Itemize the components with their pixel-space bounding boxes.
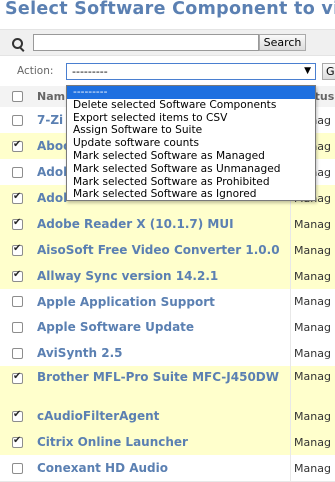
software-name-link[interactable]: Apple Software Update bbox=[37, 319, 287, 335]
dropdown-option[interactable]: Mark selected Software as Managed bbox=[67, 150, 315, 163]
software-name-link[interactable]: Apple Application Support bbox=[37, 294, 287, 310]
column-header-name[interactable]: Nam bbox=[37, 90, 65, 103]
dropdown-option[interactable]: Delete selected Software Components bbox=[67, 99, 315, 112]
software-name-link[interactable]: AviSynth 2.5 bbox=[37, 345, 287, 361]
table-row[interactable]: AviSynth 2.5 Manag bbox=[0, 340, 335, 367]
dropdown-option[interactable]: Mark selected Software as Unmanaged bbox=[67, 163, 315, 176]
row-checkbox[interactable] bbox=[12, 463, 23, 474]
column-divider bbox=[290, 340, 291, 366]
dropdown-option[interactable]: Update software counts bbox=[67, 137, 315, 150]
search-button[interactable]: Search bbox=[259, 34, 306, 51]
row-checkbox[interactable] bbox=[12, 348, 23, 359]
dropdown-arrow-icon: ▼ bbox=[304, 66, 311, 76]
dropdown-option[interactable]: Export selected items to CSV bbox=[67, 112, 315, 125]
row-checkbox[interactable] bbox=[12, 409, 23, 422]
status-cell: Manag bbox=[294, 436, 331, 449]
table-row[interactable]: Apple Software Update Manag bbox=[0, 314, 335, 341]
row-checkbox[interactable] bbox=[12, 296, 23, 307]
table-row[interactable]: Brother MFL-Pro Suite MFC-J450DW Manag bbox=[0, 366, 335, 404]
status-cell: Manag bbox=[294, 321, 331, 334]
software-name-link[interactable]: Conexant HD Audio bbox=[37, 460, 287, 476]
row-checkbox[interactable] bbox=[12, 435, 23, 448]
software-name-link[interactable]: Adobe Reader X (10.1.7) MUI bbox=[37, 216, 287, 232]
table-row[interactable]: Conexant HD Audio Manag bbox=[0, 455, 335, 482]
go-button[interactable]: G bbox=[322, 63, 335, 80]
dropdown-option[interactable]: --------- bbox=[67, 86, 315, 99]
row-checkbox[interactable] bbox=[12, 139, 23, 152]
row-checkbox[interactable] bbox=[12, 322, 23, 333]
status-cell: Manag bbox=[294, 270, 331, 283]
status-cell: Manag bbox=[294, 347, 331, 360]
software-name-link[interactable]: cAudioFilterAgent bbox=[37, 408, 287, 424]
column-divider bbox=[290, 237, 291, 263]
status-cell: Manag bbox=[294, 370, 331, 383]
table-row[interactable]: Adobe Reader X (10.1.7) MUI Manag bbox=[0, 211, 335, 238]
column-divider bbox=[290, 403, 291, 429]
table-row[interactable]: Citrix Online Launcher Manag bbox=[0, 429, 335, 456]
status-cell: Manag bbox=[294, 462, 331, 475]
column-divider bbox=[290, 455, 291, 481]
column-divider bbox=[290, 429, 291, 455]
dropdown-option[interactable]: Mark selected Software as Prohibited bbox=[67, 176, 315, 189]
column-divider bbox=[290, 211, 291, 237]
column-divider bbox=[290, 263, 291, 289]
page-title: Select Software Component to vi bbox=[5, 0, 335, 19]
table-row[interactable]: cAudioFilterAgent Manag bbox=[0, 403, 335, 430]
status-cell: Manag bbox=[294, 410, 331, 423]
dropdown-option[interactable]: Mark selected Software as Ignored bbox=[67, 188, 315, 201]
row-checkbox[interactable] bbox=[12, 115, 23, 126]
column-divider bbox=[290, 289, 291, 314]
action-label: Action: bbox=[17, 65, 54, 77]
search-input[interactable] bbox=[33, 34, 259, 51]
action-dropdown-menu: --------- Delete selected Software Compon… bbox=[66, 85, 316, 201]
row-checkbox[interactable] bbox=[12, 217, 23, 230]
search-bar: Search bbox=[0, 29, 335, 56]
table-row[interactable]: Apple Application Support Manag bbox=[0, 289, 335, 315]
row-checkbox[interactable] bbox=[12, 167, 23, 178]
software-name-link[interactable]: Brother MFL-Pro Suite MFC-J450DW bbox=[37, 369, 287, 385]
action-bar: Action: --------- ▼ G bbox=[0, 57, 335, 87]
row-checkbox[interactable] bbox=[12, 371, 23, 384]
status-cell: Manag bbox=[294, 218, 331, 231]
action-select[interactable]: --------- ▼ bbox=[66, 63, 316, 80]
row-checkbox[interactable] bbox=[12, 243, 23, 256]
row-checkbox[interactable] bbox=[12, 269, 23, 282]
dropdown-option[interactable]: Assign Software to Suite bbox=[67, 124, 315, 137]
column-divider bbox=[290, 314, 291, 340]
search-icon bbox=[12, 38, 23, 49]
status-cell: Manag bbox=[294, 244, 331, 257]
select-all-checkbox[interactable] bbox=[12, 91, 23, 102]
software-name-link[interactable]: Allway Sync version 14.2.1 bbox=[37, 268, 287, 284]
table-row[interactable]: Allway Sync version 14.2.1 Manag bbox=[0, 263, 335, 290]
status-cell: Manag bbox=[294, 295, 331, 308]
software-name-link[interactable]: Citrix Online Launcher bbox=[37, 434, 287, 450]
column-divider bbox=[290, 366, 291, 403]
action-select-value: --------- bbox=[72, 65, 108, 78]
table-row[interactable]: AisoSoft Free Video Converter 1.0.0 Manag bbox=[0, 237, 335, 264]
row-checkbox[interactable] bbox=[12, 191, 23, 204]
software-name-link[interactable]: AisoSoft Free Video Converter 1.0.0 bbox=[37, 242, 287, 258]
